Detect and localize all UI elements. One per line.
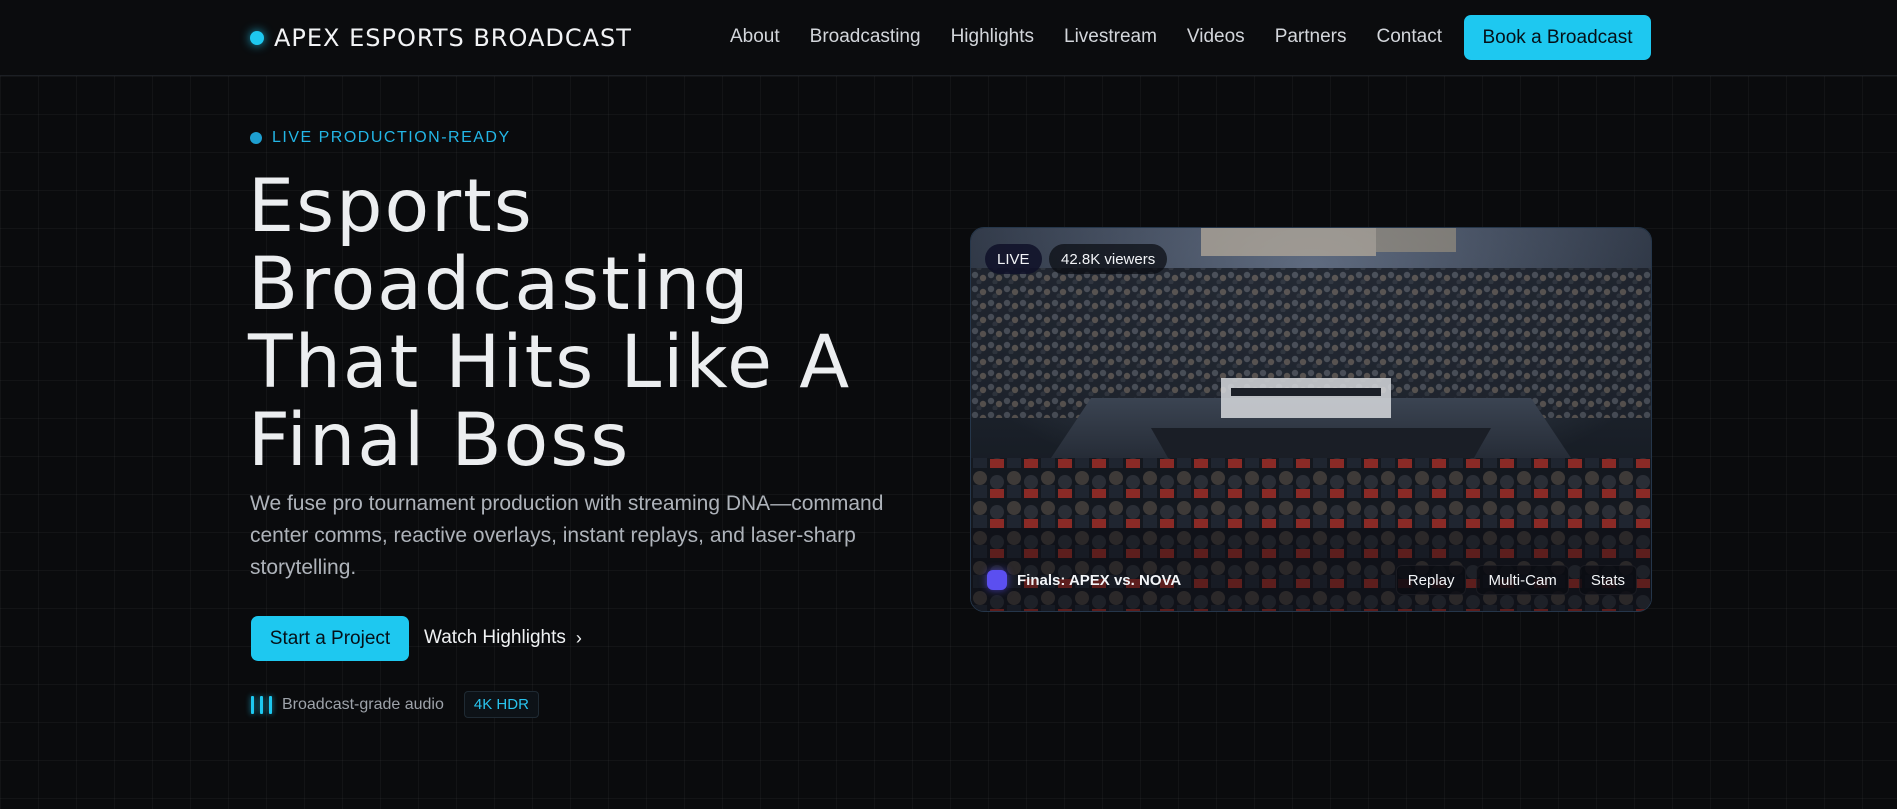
replay-button[interactable]: Replay bbox=[1395, 565, 1467, 595]
brand-name: APEX ESPORTS BROADCAST bbox=[274, 24, 632, 52]
audio-bars-icon bbox=[251, 695, 272, 714]
nav-item-videos[interactable]: Videos bbox=[1187, 26, 1245, 48]
nav-item-about[interactable]: About bbox=[730, 26, 780, 48]
nav-item-livestream[interactable]: Livestream bbox=[1064, 26, 1157, 48]
match-title: Finals: APEX vs. NOVA bbox=[1017, 571, 1182, 589]
brand-logo[interactable]: APEX ESPORTS BROADCAST bbox=[250, 24, 632, 52]
watch-highlights-link[interactable]: Watch Highlights › bbox=[424, 627, 582, 649]
nav-item-contact[interactable]: Contact bbox=[1377, 26, 1442, 48]
headline-line: That Hits Like A bbox=[248, 320, 852, 405]
match-info: Finals: APEX vs. NOVA bbox=[987, 570, 1181, 590]
livestream-preview[interactable]: LIVE 42.8K viewers Finals: APEX vs. NOVA… bbox=[970, 227, 1652, 612]
multi-cam-button[interactable]: Multi-Cam bbox=[1476, 565, 1569, 595]
start-project-button[interactable]: Start a Project bbox=[251, 616, 409, 661]
eyebrow-label: LIVE PRODUCTION-READY bbox=[272, 129, 511, 146]
main-nav: About Broadcasting Highlights Livestream… bbox=[730, 26, 1442, 48]
arena-image bbox=[971, 228, 1651, 611]
stream-controls: Replay Multi-Cam Stats bbox=[1395, 565, 1637, 595]
nav-item-highlights[interactable]: Highlights bbox=[951, 26, 1034, 48]
live-dot-icon bbox=[250, 31, 264, 45]
feature-meta: Broadcast-grade audio 4K HDR bbox=[251, 691, 539, 718]
headline-line: Final Boss bbox=[248, 398, 631, 483]
top-navigation: APEX ESPORTS BROADCAST About Broadcastin… bbox=[0, 0, 1897, 76]
status-dot-icon bbox=[250, 132, 262, 144]
headline-line: Esports bbox=[248, 164, 534, 249]
team-logo-icon bbox=[987, 570, 1007, 590]
audio-feature-label: Broadcast-grade audio bbox=[282, 695, 444, 713]
watch-highlights-label: Watch Highlights bbox=[424, 627, 566, 648]
nav-item-partners[interactable]: Partners bbox=[1275, 26, 1347, 48]
viewer-count: 42.8K viewers bbox=[1049, 244, 1168, 274]
live-badge: LIVE bbox=[985, 244, 1042, 274]
stats-button[interactable]: Stats bbox=[1578, 565, 1637, 595]
eyebrow: LIVE PRODUCTION-READY bbox=[250, 129, 511, 147]
nav-item-broadcasting[interactable]: Broadcasting bbox=[810, 26, 921, 48]
hero-headline: Esports Broadcasting That Hits Like A Fi… bbox=[248, 168, 948, 480]
headline-line: Broadcasting bbox=[248, 242, 751, 327]
book-broadcast-button[interactable]: Book a Broadcast bbox=[1464, 15, 1651, 60]
hdr-badge: 4K HDR bbox=[463, 691, 539, 718]
hero-subcopy: We fuse pro tournament production with s… bbox=[250, 492, 884, 579]
chevron-right-icon: › bbox=[575, 627, 582, 648]
